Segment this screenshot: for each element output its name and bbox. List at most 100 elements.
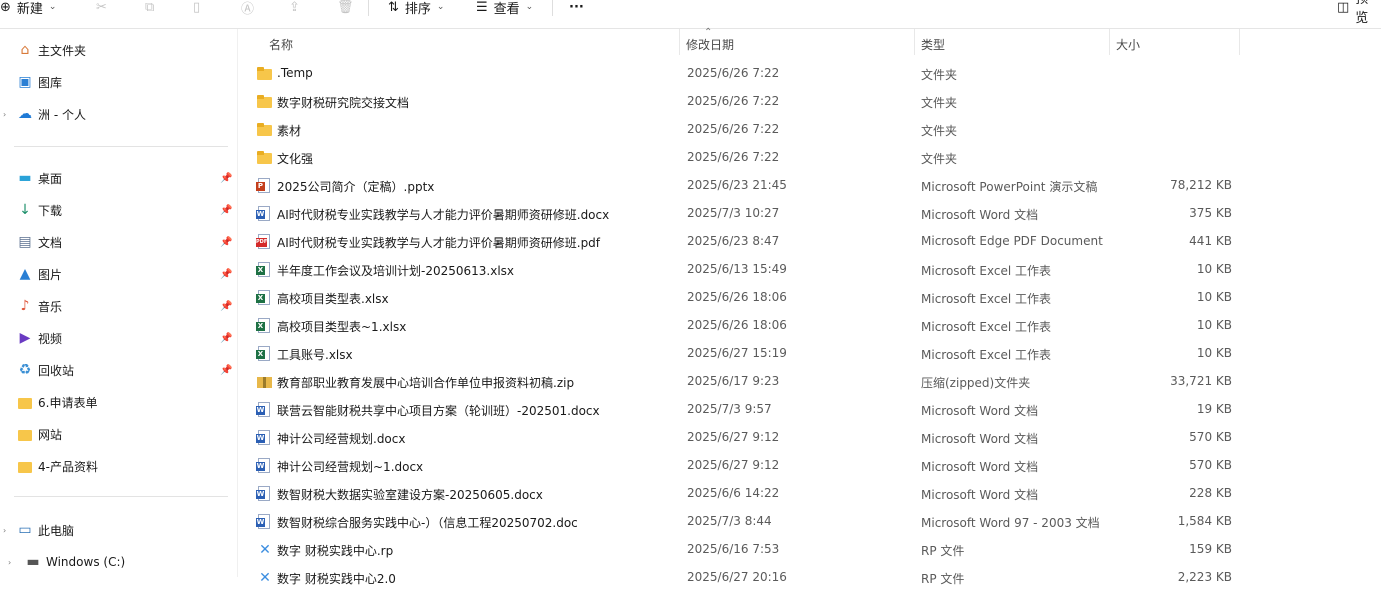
file-row[interactable]: W AI时代财税专业实践教学与人才能力评价暑期师资研修班.docx 2025/7/3…	[238, 200, 1381, 228]
file-row[interactable]: PDF AI时代财税专业实践教学与人才能力评价暑期师资研修班.pdf 2025/6/…	[238, 228, 1381, 256]
file-date: 2025/6/6 14:22	[687, 486, 780, 500]
file-name: 高校项目类型表~1.xlsx	[277, 320, 407, 334]
sidebar-item[interactable]: › ▭ 此电脑	[0, 515, 236, 545]
add-circle-icon: ⊕	[0, 0, 11, 15]
clipboard-icon: ▯	[193, 0, 201, 15]
file-row[interactable]: ✕ 数字 财税实践中心.rp 2025/6/16 7:53 RP 文件 159 KB	[238, 536, 1381, 564]
file-name: 高校项目类型表.xlsx	[277, 292, 389, 306]
column-date[interactable]: 修改日期	[686, 36, 734, 53]
file-type: Microsoft Word 文档	[921, 208, 1039, 222]
preview-pane-button[interactable]: ◫ 预览	[1337, 0, 1381, 26]
file-row[interactable]: X 工具账号.xlsx 2025/6/27 15:19 Microsoft Excel…	[238, 340, 1381, 368]
share-button[interactable]: ⇪	[289, 0, 300, 15]
sidebar-item[interactable]: ▲ 图片 📌	[0, 259, 236, 289]
sidebar-item[interactable]: 4-产品资料	[0, 451, 236, 481]
file-date: 2025/6/26 7:22	[687, 94, 780, 108]
file-row[interactable]: W 联营云智能财税共享中心项目方案（轮训班）-202501.docx 2025/7/…	[238, 396, 1381, 424]
scissors-icon: ✂	[96, 0, 107, 15]
sidebar-item[interactable]: › ▬ Windows (C:)	[0, 547, 236, 577]
sort-arrows-icon: ⇅	[388, 0, 399, 15]
column-divider[interactable]	[914, 29, 915, 55]
cut-button[interactable]: ✂	[96, 0, 107, 15]
file-date: 2025/6/26 7:22	[687, 66, 780, 80]
view-label: 查看	[493, 1, 520, 17]
expand-chevron-icon[interactable]: ›	[3, 110, 6, 119]
file-row[interactable]: W 数智财税综合服务实践中心-）（信息工程20250702.doc 2025/7/3…	[238, 508, 1381, 536]
column-divider[interactable]	[1239, 29, 1240, 55]
column-type[interactable]: 类型	[921, 36, 945, 53]
sidebar-item-label: 洲 - 个人	[38, 107, 86, 122]
sidebar-item[interactable]: ⌂ 主文件夹	[0, 35, 236, 65]
file-row[interactable]: W 神计公司经营规划.docx 2025/6/27 9:12 Microsoft Wo…	[238, 424, 1381, 452]
file-type: Microsoft Excel 工作表	[921, 264, 1052, 278]
sidebar-item-label: 6.申请表单	[38, 395, 98, 410]
file-date: 2025/6/27 9:12	[687, 458, 780, 472]
file-type-badge: X	[256, 322, 265, 331]
file-size: 1,584 KB	[1177, 514, 1232, 528]
sidebar-item[interactable]: ▶ 视频 📌	[0, 323, 236, 353]
file-type: Microsoft Word 文档	[921, 460, 1039, 474]
file-size: 10 KB	[1196, 290, 1232, 304]
column-size[interactable]: 大小	[1116, 36, 1140, 53]
file-row[interactable]: X 高校项目类型表.xlsx 2025/6/26 18:06 Microsoft Ex…	[238, 284, 1381, 312]
file-row[interactable]: W 数智财税大数据实验室建设方案-20250605.docx 2025/6/6 14…	[238, 480, 1381, 508]
file-row[interactable]: 教育部职业教育发展中心培训合作单位申报资料初稿.zip 2025/6/17 9:2…	[238, 368, 1381, 396]
file-name: 神计公司经营规划~1.docx	[277, 460, 424, 474]
more-label: ···	[569, 0, 584, 15]
expand-chevron-icon[interactable]: ›	[3, 526, 6, 535]
new-button[interactable]: ⊕ 新建 ⌄	[0, 0, 56, 17]
file-type: Microsoft Word 文档	[921, 432, 1039, 446]
docx-file-icon: W	[256, 430, 270, 445]
computer-icon: ▭	[18, 522, 32, 538]
file-row[interactable]: 文化强 2025/6/26 7:22 文件夹	[238, 144, 1381, 172]
folder-icon	[16, 393, 34, 411]
sidebar-item[interactable]: ♪ 音乐 📌	[0, 291, 236, 321]
expand-chevron-icon[interactable]: ›	[8, 558, 11, 567]
sidebar-item[interactable]: 6.申请表单	[0, 387, 236, 417]
sidebar-item[interactable]: ↓ 下载 📌	[0, 195, 236, 225]
file-type: Microsoft Excel 工作表	[921, 292, 1052, 306]
file-size: 375 KB	[1189, 206, 1232, 220]
pin-icon: 📌	[220, 172, 233, 184]
file-type: Microsoft Word 文档	[921, 404, 1039, 418]
delete-button[interactable]: 🗑	[337, 0, 354, 15]
sidebar-item-label: Windows (C:)	[46, 555, 126, 569]
sidebar-item[interactable]: 网站	[0, 419, 236, 449]
paste-button[interactable]: ▯	[193, 0, 201, 15]
file-type: RP 文件	[921, 544, 965, 558]
column-divider[interactable]	[1109, 29, 1110, 55]
sidebar-item[interactable]: › ☁ 洲 - 个人	[0, 99, 236, 129]
sidebar-item[interactable]: ▣ 图库	[0, 67, 236, 97]
file-row[interactable]: X 高校项目类型表~1.xlsx 2025/6/26 18:06 Microsoft …	[238, 312, 1381, 340]
file-row[interactable]: W 神计公司经营规划~1.docx 2025/6/27 9:12 Microsoft …	[238, 452, 1381, 480]
column-divider[interactable]	[679, 29, 680, 55]
view-button[interactable]: ☰ 查看 ⌄	[476, 0, 533, 17]
sidebar-item[interactable]: ♻ 回收站 📌	[0, 355, 236, 385]
documents-icon: ▤	[18, 234, 32, 250]
file-type-badge: W	[256, 210, 265, 219]
copy-button[interactable]: ⧉	[145, 0, 154, 15]
rename-button[interactable]: Ⓐ	[241, 0, 254, 17]
folder-icon	[257, 66, 273, 82]
file-row[interactable]: ✕ 数字 财税实践中心2.0 2025/6/27 20:16 RP 文件 2,223 K…	[238, 564, 1381, 592]
file-row[interactable]: P 2025公司简介（定稿）.pptx 2025/6/23 21:45 Microso…	[238, 172, 1381, 200]
file-type: 压缩(zipped)文件夹	[921, 376, 1031, 390]
file-row[interactable]: X 半年度工作会议及培训计划-20250613.xlsx 2025/6/13 15:…	[238, 256, 1381, 284]
file-size: 159 KB	[1189, 542, 1232, 556]
more-options-button[interactable]: ···	[569, 0, 584, 15]
file-row[interactable]: 素材 2025/6/26 7:22 文件夹	[238, 116, 1381, 144]
file-row[interactable]: .Temp 2025/6/26 7:22 文件夹	[238, 60, 1381, 88]
sidebar-item[interactable]: ▬ 桌面 📌	[0, 163, 236, 193]
sidebar-item[interactable]: ▤ 文档 📌	[0, 227, 236, 257]
sidebar-item-label: 视频	[38, 331, 63, 346]
file-size: 33,721 KB	[1170, 374, 1232, 388]
file-date: 2025/6/26 7:22	[687, 122, 780, 136]
chevron-down-icon: ⌄	[436, 2, 445, 12]
file-row[interactable]: 数字财税研究院交接文档 2025/6/26 7:22 文件夹	[238, 88, 1381, 116]
file-type: Microsoft Edge PDF Document	[921, 234, 1103, 248]
sidebar-item-label: 主文件夹	[38, 43, 87, 58]
column-name[interactable]: 名称	[269, 36, 293, 53]
file-type: 文件夹	[921, 152, 958, 166]
pictures-icon: ▲	[19, 266, 31, 282]
sort-button[interactable]: ⇅ 排序 ⌄	[388, 0, 445, 17]
